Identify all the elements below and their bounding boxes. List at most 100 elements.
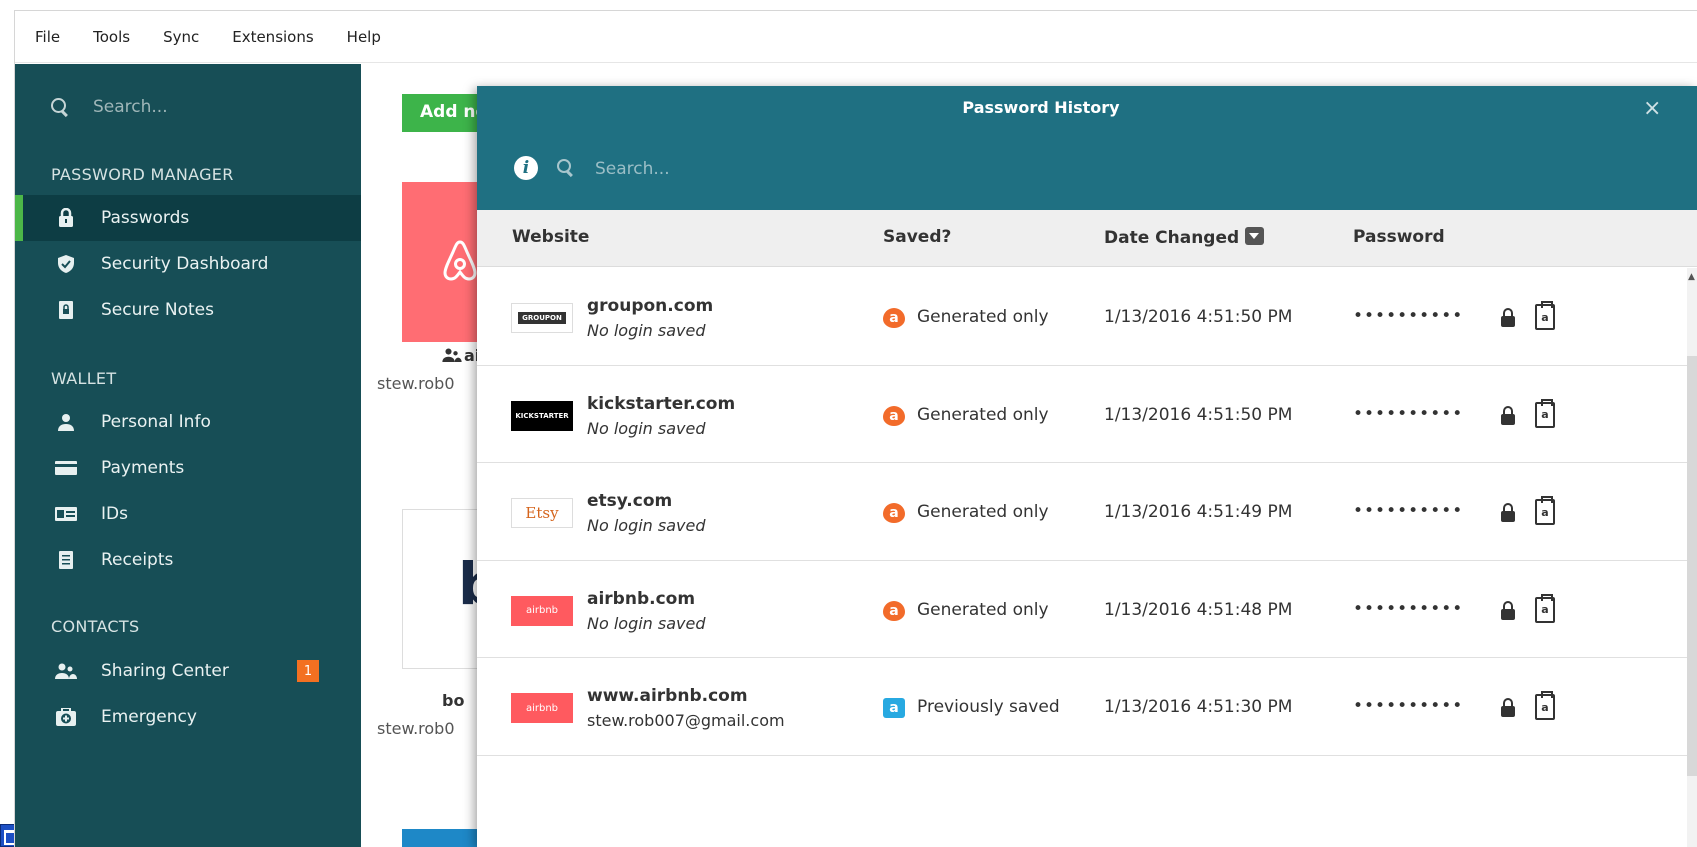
generated-icon: a (883, 308, 905, 328)
tile-username: stew.rob0 (377, 719, 455, 738)
menu-extensions[interactable]: Extensions (232, 28, 313, 46)
sidebar-item-label: Sharing Center (101, 661, 229, 681)
note-lock-icon (55, 300, 77, 320)
sidebar-item-passwords[interactable]: Passwords (15, 195, 361, 241)
copy-clipboard-icon[interactable]: a (1535, 691, 1555, 720)
date-changed: 1/13/2016 4:51:49 PM (1104, 502, 1293, 522)
site-login: stew.rob007@gmail.com (587, 711, 785, 730)
menu-help[interactable]: Help (347, 28, 381, 46)
masked-password: •••••••••• (1353, 501, 1464, 521)
saved-status: Generated only (917, 404, 1049, 425)
history-rows: GROUPON groupon.com No login saved a Gen… (477, 268, 1697, 756)
section-wallet: WALLET (51, 369, 117, 388)
site-login: No login saved (587, 613, 706, 633)
sidebar-item-secure-notes[interactable]: Secure Notes (15, 287, 361, 333)
lock-icon[interactable] (1501, 503, 1515, 523)
airbnb-logo-icon (443, 240, 477, 281)
masked-password: •••••••••• (1353, 696, 1464, 716)
table-row[interactable]: KICKSTARTER kickstarter.com No login sav… (477, 366, 1697, 463)
column-date-changed[interactable]: Date Changed (1104, 227, 1265, 248)
lock-icon[interactable] (1501, 308, 1515, 328)
menu-tools[interactable]: Tools (93, 28, 130, 46)
site-login: No login saved (587, 321, 706, 340)
column-saved[interactable]: Saved? (883, 227, 951, 247)
site-name: etsy.com (587, 491, 673, 511)
sidebar-item-label: Security Dashboard (101, 254, 269, 274)
saved-status: Generated only (917, 307, 1049, 327)
saved-login-icon: a (883, 698, 905, 718)
lock-icon[interactable] (1501, 698, 1515, 718)
sort-dropdown-icon[interactable] (1245, 227, 1265, 245)
column-password[interactable]: Password (1353, 227, 1445, 247)
sidebar-item-ids[interactable]: IDs (15, 491, 361, 537)
site-login: No login saved (587, 418, 706, 438)
copy-clipboard-icon[interactable]: a (1535, 301, 1555, 330)
close-icon[interactable]: × (1643, 96, 1661, 121)
id-card-icon (55, 504, 77, 524)
groupon-logo-icon: GROUPON (511, 303, 573, 333)
first-aid-icon (55, 707, 77, 727)
date-changed: 1/13/2016 4:51:50 PM (1104, 307, 1293, 327)
sidebar-item-payments[interactable]: Payments (15, 445, 361, 491)
sidebar-search-placeholder[interactable]: Search... (93, 97, 168, 117)
sidebar-item-sharing-center[interactable]: Sharing Center 1 (15, 648, 361, 694)
airbnb-logo-icon: airbnb (511, 595, 573, 626)
menu-bar: File Tools Sync Extensions Help (15, 11, 1697, 63)
date-changed: 1/13/2016 4:51:50 PM (1104, 404, 1293, 425)
sidebar-item-emergency[interactable]: Emergency (15, 694, 361, 740)
column-website[interactable]: Website (512, 227, 589, 247)
table-row[interactable]: airbnb airbnb.com No login saved a Gener… (477, 561, 1697, 658)
section-contacts: CONTACTS (51, 617, 140, 636)
sidebar-item-label: Payments (101, 458, 185, 478)
info-icon[interactable]: i (514, 156, 538, 180)
site-name: www.airbnb.com (587, 686, 748, 706)
table-row[interactable]: GROUPON groupon.com No login saved a Gen… (477, 268, 1697, 366)
history-search-input[interactable] (595, 152, 995, 186)
table-row[interactable]: airbnb www.airbnb.com stew.rob007@gmail.… (477, 658, 1697, 756)
person-icon (55, 412, 77, 432)
site-login: No login saved (587, 516, 706, 535)
sidebar-search[interactable]: Search... (51, 92, 168, 122)
tile-title: ai (442, 346, 480, 365)
lock-icon[interactable] (1501, 405, 1515, 426)
table-row[interactable]: Etsy etsy.com No login saved a Generated… (477, 463, 1697, 561)
table-header: Website Saved? Date Changed Password (477, 210, 1697, 267)
tile-title: bo (442, 691, 465, 710)
copy-clipboard-icon[interactable]: a (1535, 398, 1555, 428)
generated-icon: a (883, 405, 905, 426)
sidebar-item-receipts[interactable]: Receipts (15, 537, 361, 583)
generated-icon: a (883, 600, 905, 621)
notification-badge: 1 (297, 660, 319, 682)
scroll-up-arrow-icon[interactable]: ▲ (1688, 272, 1695, 282)
dialog-header: Password History × i (477, 86, 1697, 210)
shield-icon (55, 254, 77, 274)
copy-clipboard-icon[interactable]: a (1535, 593, 1555, 623)
window-left-edge (0, 0, 14, 847)
masked-password: •••••••••• (1353, 403, 1464, 424)
menu-file[interactable]: File (35, 28, 60, 46)
etsy-logo-icon: Etsy (511, 498, 573, 528)
masked-password: •••••••••• (1353, 598, 1464, 619)
sidebar-item-personal-info[interactable]: Personal Info (15, 399, 361, 445)
lock-icon[interactable] (1501, 600, 1515, 621)
sidebar-item-label: Secure Notes (101, 300, 214, 320)
credit-card-icon (55, 458, 77, 478)
sidebar: Search... PASSWORD MANAGER Passwords Sec… (15, 64, 361, 847)
kickstarter-logo-icon: KICKSTARTER (511, 400, 573, 431)
shared-people-icon (442, 348, 462, 362)
search-icon (557, 159, 575, 177)
menu-sync[interactable]: Sync (163, 28, 199, 46)
search-icon (51, 98, 69, 116)
sidebar-item-security-dashboard[interactable]: Security Dashboard (15, 241, 361, 287)
masked-password: •••••••••• (1353, 306, 1464, 326)
site-name: groupon.com (587, 296, 714, 316)
site-name: kickstarter.com (587, 393, 736, 414)
sidebar-item-label: Emergency (101, 707, 197, 727)
dialog-title: Password History (962, 98, 1120, 117)
copy-clipboard-icon[interactable]: a (1535, 496, 1555, 525)
sidebar-item-label: Receipts (101, 550, 174, 570)
saved-status: Generated only (917, 599, 1049, 620)
airbnb-logo-icon: airbnb (511, 693, 573, 723)
scrollbar-thumb[interactable] (1687, 356, 1697, 776)
tile-username: stew.rob0 (377, 374, 455, 393)
